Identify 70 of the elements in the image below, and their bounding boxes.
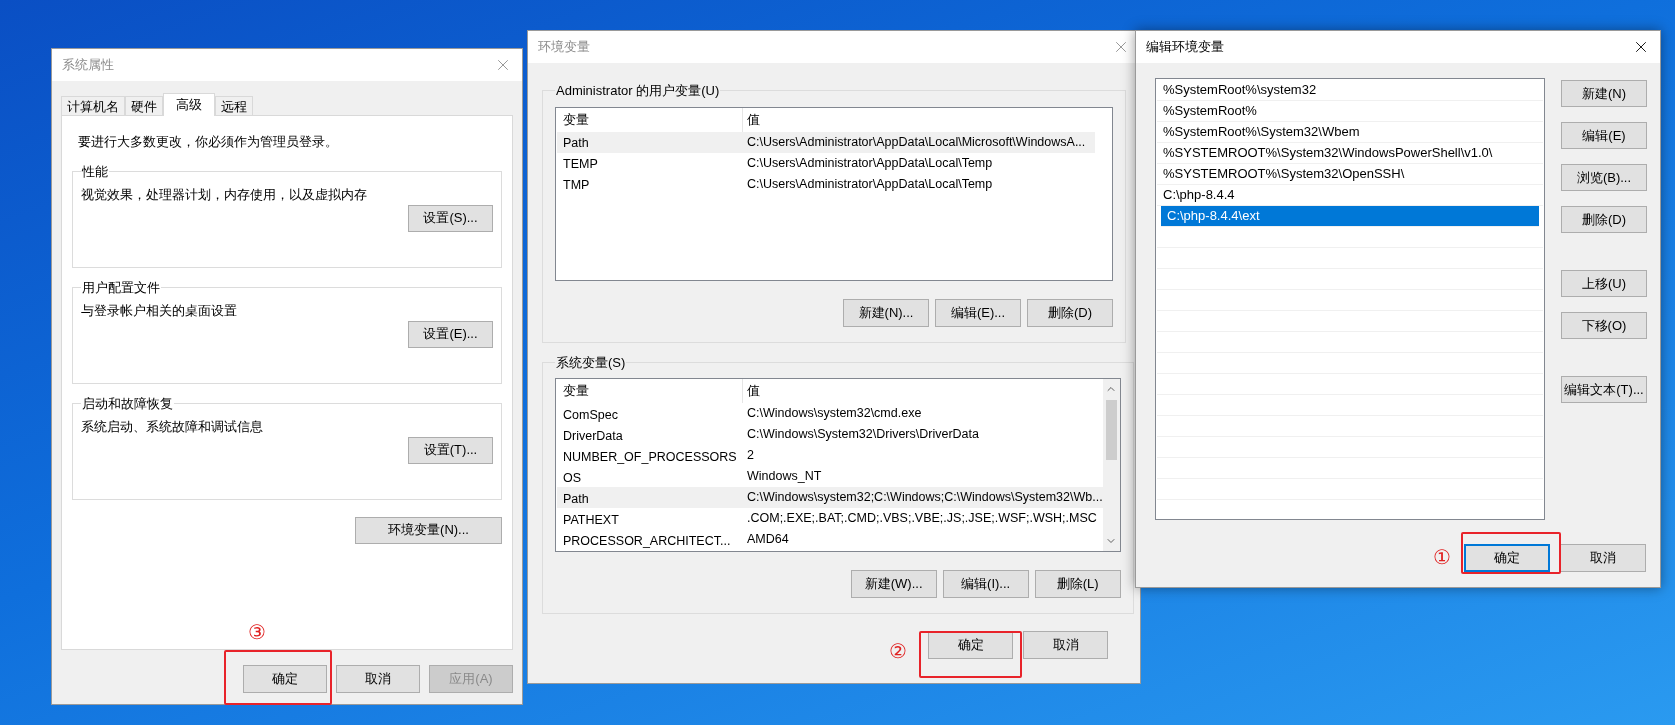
tab[interactable]: 硬件 [125,96,163,116]
variable-name: NUMBER_OF_PROCESSORS [563,449,737,464]
group-title: 用户配置文件 [81,278,161,297]
group-description: 系统启动、系统故障和调试信息 [81,418,264,436]
dialog-button[interactable]: 确定 [928,631,1013,659]
variable-value: C:\Windows\system32;C:\Windows;C:\Windows\System32\Wb... [747,489,1103,507]
variable-name: TEMP [563,157,598,171]
window-title: 编辑环境变量 [1146,38,1224,57]
column-header[interactable]: 变量 [557,107,743,132]
dialog-button[interactable]: 编辑(E)... [935,298,1021,327]
dialog-button[interactable]: 取消 [1560,544,1646,572]
path-entry[interactable]: C:\php-8.4.4\ext [1161,206,1539,227]
dialog-button[interactable]: 删除(L) [1034,570,1121,598]
group-title: Administrator 的用户变量(U) [555,82,721,100]
variable-name: DriverData [563,428,623,443]
group-description: 视觉效果，处理器计划，内存使用，以及虚拟内存 [81,186,368,204]
dialog-button[interactable]: 取消 [336,665,420,693]
variable-name: PROCESSOR_ARCHITECT... [563,533,731,548]
tab[interactable]: 远程 [215,96,253,116]
variable-row[interactable]: Path C:\Windows\system32;C:\Windows;C:\Windows\System32\Wb... [557,487,1103,508]
step-number: ① [1433,547,1451,567]
variable-value: C:\Windows\system32\cmd.exe [747,405,922,423]
dialog-button[interactable]: 上移(U) [1561,270,1647,297]
dialog-button[interactable]: 浏览(B)... [1561,164,1647,191]
group-description: 与登录帐户相关的桌面设置 [81,302,238,320]
column-header[interactable]: 值 [743,379,1103,403]
variable-value: Windows_NT [747,468,822,486]
variable-name: ComSpec [563,407,618,422]
step-number: ② [889,641,907,661]
step-number: ③ [248,622,266,642]
group-title: 启动和故障恢复 [81,394,174,413]
dialog-button[interactable]: 删除(D) [1027,298,1113,327]
variable-name: Path [563,491,589,506]
variable-name: TMP [563,178,590,192]
window-title: 环境变量 [538,38,590,57]
dialog-button[interactable]: 新建(N) [1561,80,1647,107]
dialog-button[interactable]: 下移(O) [1561,312,1647,339]
variable-value: C:\Users\Administrator\AppData\Local\Temp [747,175,993,193]
tab[interactable]: 计算机名 [61,96,125,116]
dialog-button[interactable]: 删除(D) [1561,206,1647,233]
dialog-button[interactable]: 编辑(E) [1561,122,1647,149]
dialog-button[interactable]: 编辑(I)... [942,570,1029,598]
dialog-button[interactable]: 确定 [243,665,327,693]
variable-value: AMD64 [747,531,789,549]
variable-row[interactable]: Path C:\Users\Administrator\AppData\Local\Microsoft\WindowsA... [557,131,1095,153]
variable-value: .COM;.EXE;.BAT;.CMD;.VBS;.VBE;.JS;.JSE;.WSF;.WSH;.MSC [747,510,1097,528]
dialog-button[interactable]: 取消 [1023,631,1108,659]
dialog-button[interactable]: 新建(W)... [850,570,937,598]
variable-value: C:\Windows\System32\Drivers\DriverData [747,426,979,444]
dialog-button[interactable]: 新建(N)... [843,298,929,327]
column-header[interactable]: 值 [743,107,1095,132]
scrollbar-thumb[interactable] [1105,400,1117,460]
group-title: 性能 [81,162,109,181]
variable-name: OS [563,470,582,485]
dialog-button[interactable]: 编辑文本(T)... [1561,376,1647,403]
dialog-button[interactable]: 设置(E)... [408,320,493,348]
variable-name: PATHEXT [563,512,619,527]
tab[interactable]: 高级 [163,93,215,116]
variable-name: Path [563,136,589,150]
notice-text: 要进行大多数更改，你必须作为管理员登录。 [77,133,339,151]
variable-value: C:\Users\Administrator\AppData\Local\Temp [747,154,993,172]
scrollbar[interactable] [1102,379,1120,551]
dialog-button[interactable]: 设置(S)... [408,204,493,232]
dialog-button[interactable]: 环境变量(N)... [355,516,502,544]
dialog-button[interactable]: 设置(T)... [408,436,493,464]
variable-value: C:\Users\Administrator\AppData\Local\Microsoft\WindowsA... [747,133,1086,151]
dialog-button[interactable]: 确定 [1464,544,1550,572]
variable-value: 2 [747,447,754,465]
window-title: 系统属性 [62,56,114,75]
group-title: 系统变量(S) [555,353,627,372]
